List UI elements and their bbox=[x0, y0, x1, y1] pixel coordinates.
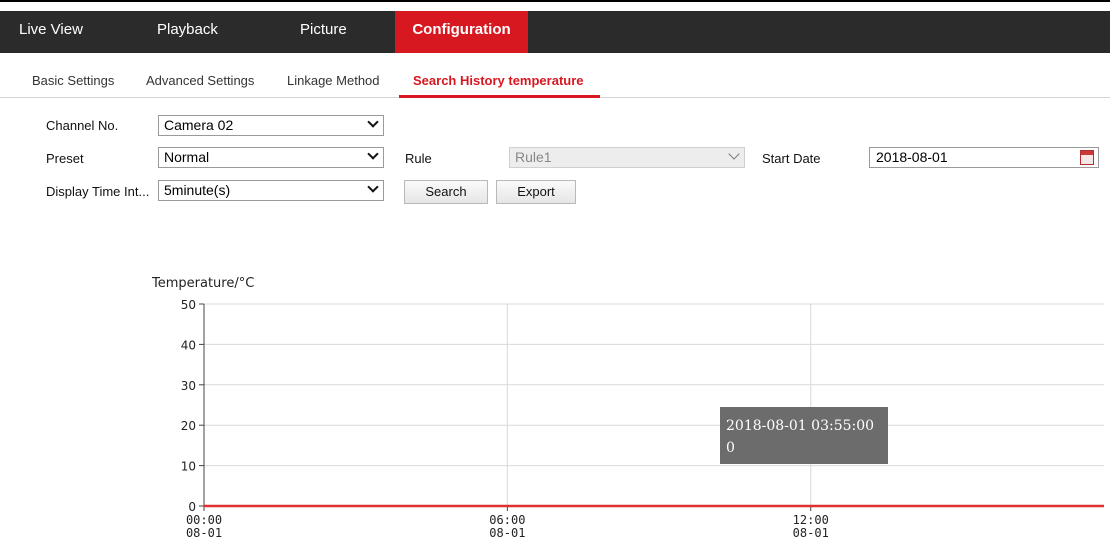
y-tick-label: 0 bbox=[188, 500, 196, 514]
x-tick-sublabel: 08-01 bbox=[489, 526, 525, 540]
temperature-history-chart: Temperature/°C0102030405000:0008-0106:00… bbox=[151, 276, 1104, 540]
y-tick-label: 50 bbox=[181, 298, 196, 312]
chart-tooltip: 2018-08-01 03:55:00 0 bbox=[720, 407, 888, 464]
x-tick-label: 06:00 bbox=[489, 513, 525, 527]
x-tick-label: 00:00 bbox=[186, 513, 222, 527]
x-tick-sublabel: 08-01 bbox=[186, 526, 222, 540]
x-tick-sublabel: 08-01 bbox=[793, 526, 829, 540]
tooltip-time: 2018-08-01 03:55:00 bbox=[726, 418, 875, 434]
y-axis-label: Temperature/°C bbox=[151, 276, 254, 291]
tooltip-value: 0 bbox=[726, 440, 735, 456]
y-tick-label: 10 bbox=[181, 460, 196, 474]
y-tick-label: 20 bbox=[181, 419, 196, 433]
x-tick-label: 12:00 bbox=[793, 513, 829, 527]
y-tick-label: 40 bbox=[181, 338, 196, 352]
y-tick-label: 30 bbox=[181, 379, 196, 393]
